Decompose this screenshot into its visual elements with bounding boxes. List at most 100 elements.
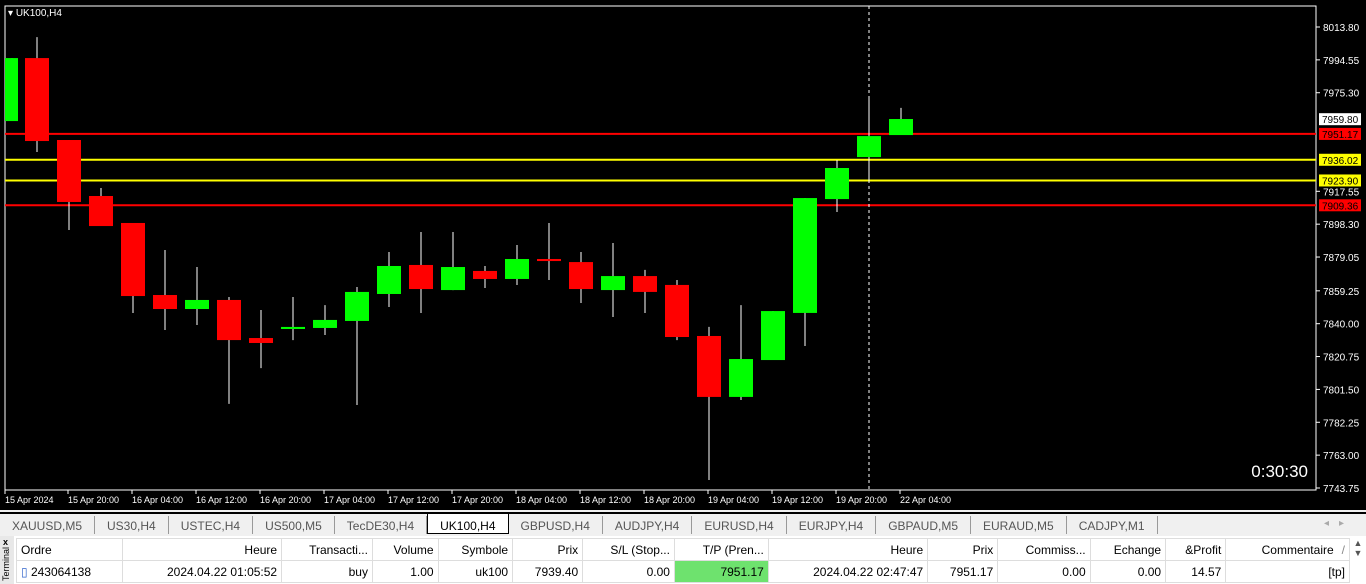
time-label: 16 Apr 12:00 [196,495,247,505]
price-tick-label: 7975.30 [1323,89,1360,100]
time-label: 17 Apr 12:00 [388,495,439,505]
column-header-label: T/P (Pren... [702,542,764,557]
column-header-label: Prix [557,542,579,557]
bear-candle [569,262,593,290]
column-header-label: Transacti... [309,542,368,557]
tab-tecde30-h4[interactable]: TecDE30,H4 [335,516,428,534]
column-header[interactable]: Symbole [437,538,514,561]
cell-value: 2024.04.22 02:47:47 [813,564,924,579]
column-header-label: Heure [244,542,278,557]
column-header[interactable]: T/P (Pren... [673,538,769,561]
bear-candle [633,276,657,292]
terminal-panel: x Terminal Ordre Heure Transacti... Volume S… [0,536,1366,584]
tab-eurjpy-h4[interactable]: EURJPY,H4 [787,516,877,534]
column-header-label: Heure [890,542,924,557]
table-cell: 0.00 [582,560,675,583]
table-cell: 0.00 [1089,560,1167,583]
time-label: 15 Apr 2024 [5,495,54,505]
chart-symbol: ▾ UK100,H4 [8,8,62,19]
column-header-label: Commentaire [1261,542,1334,557]
close-icon[interactable]: x [3,537,8,547]
tab-euraud-m5[interactable]: EURAUD,M5 [971,516,1067,534]
column-header-label: Prix [972,542,994,557]
bull-candle [825,168,849,200]
bull-candle [281,326,305,329]
cell-value: 7939.40 [534,564,579,579]
time-label: 15 Apr 20:00 [68,495,119,505]
column-header[interactable]: Volume [371,538,439,561]
scroll-down-icon[interactable]: ▼ [1350,548,1366,558]
cell-value: [tp] [1328,564,1345,579]
time-label: 22 Apr 04:00 [900,495,951,505]
price-chart[interactable]: 7951.17 7936.02 7923.90 7909.36 8013.80 7994.… [0,0,1366,510]
column-header[interactable]: Heure [767,538,929,561]
tab-gbpusd-h4[interactable]: GBPUSD,H4 [509,516,603,534]
column-header[interactable]: Transacti... [281,538,373,561]
bull-candle [729,359,753,397]
bear-candle [121,222,145,297]
column-header[interactable]: Prix [927,538,999,561]
bear-candle [153,295,177,310]
bull-candle [761,311,785,361]
column-header[interactable]: &Profit [1165,538,1227,561]
price-tick-label: 7898.30 [1323,220,1360,231]
level-price-label: 7936.02 [1322,156,1359,167]
column-header-label: Symbole [461,542,509,557]
tab-cadjpy-m1[interactable]: CADJPY,M1 [1067,516,1158,534]
chart-frame [4,5,1317,491]
terminal-label: Terminal [1,547,11,582]
tab-gbpaud-m5[interactable]: GBPAUD,M5 [876,516,971,534]
tab-xauusd-m5[interactable]: XAUUSD,M5 [0,516,96,534]
tab-us30-h4[interactable]: US30,H4 [95,516,169,534]
column-header-label: &Profit [1185,542,1222,557]
price-tick-label: 7879.05 [1323,253,1360,264]
column-header[interactable]: Heure [121,538,283,561]
price-tick-label: 7859.25 [1323,287,1360,298]
table-row[interactable]: ▯ 243064138 2024.04.22 01:05:52 buy 1.00 uk1… [16,560,1350,583]
table-cell: buy [281,560,373,583]
price-tick-label: 7840.00 [1323,320,1360,331]
column-header[interactable]: S/L (Stop... [582,538,675,561]
bear-candle [665,284,689,338]
bear-candle [57,140,81,202]
scroll-up-icon[interactable]: ▲ [1350,538,1366,548]
tab-scroll-arrows-icon[interactable]: ◂▸ [1324,518,1354,529]
tab-audjpy-h4[interactable]: AUDJPY,H4 [603,516,693,534]
time-label: 19 Apr 04:00 [708,495,759,505]
bull-candle [313,319,337,328]
candlestick-chart[interactable]: 7951.17 7936.02 7923.90 7909.36 8013.80 7994.… [0,0,1366,510]
tab-eurusd-h4[interactable]: EURUSD,H4 [692,516,787,534]
order-icon: ▯ [21,564,31,579]
bear-candle [537,258,561,262]
sort-icon: / [1341,542,1345,557]
column-header[interactable]: Commiss... [997,538,1091,561]
price-tick-label: 7801.50 [1323,385,1360,396]
bull-candle [441,267,465,291]
tab-uk100-h4[interactable]: UK100,H4 [427,514,509,534]
column-header[interactable]: Commentaire / [1225,538,1350,561]
bear-candle [697,335,721,397]
column-header[interactable]: Echange [1089,538,1167,561]
price-tick-label: 7994.55 [1323,56,1360,67]
tab-ustec-h4[interactable]: USTEC,H4 [169,516,254,534]
tab-us500-m5[interactable]: US500,M5 [253,516,335,534]
column-header-label: S/L (Stop... [610,542,670,557]
price-tick-label: 7917.55 [1323,187,1360,198]
column-header[interactable]: Ordre [16,538,123,561]
table-cell: 7951.17 [673,560,769,583]
time-label: 17 Apr 20:00 [452,495,503,505]
table-cell: 2024.04.22 02:47:47 [767,560,929,583]
cell-value: 0.00 [1137,564,1162,579]
cell-value: buy [348,564,368,579]
bear-candle [217,299,241,341]
column-header[interactable]: Prix [512,538,584,561]
terminal-sidebar: x Terminal [0,536,14,584]
scrollbar[interactable]: ▲ ▼ [1350,538,1366,584]
bull-candle [889,119,913,136]
level-price-label: 7951.17 [1322,130,1359,141]
table-cell: 14.57 [1165,560,1227,583]
table-cell: 7951.17 [927,560,999,583]
time-label: 18 Apr 12:00 [580,495,631,505]
cell-value: 14.57 [1191,564,1222,579]
cell-value: 7951.17 [720,564,764,579]
